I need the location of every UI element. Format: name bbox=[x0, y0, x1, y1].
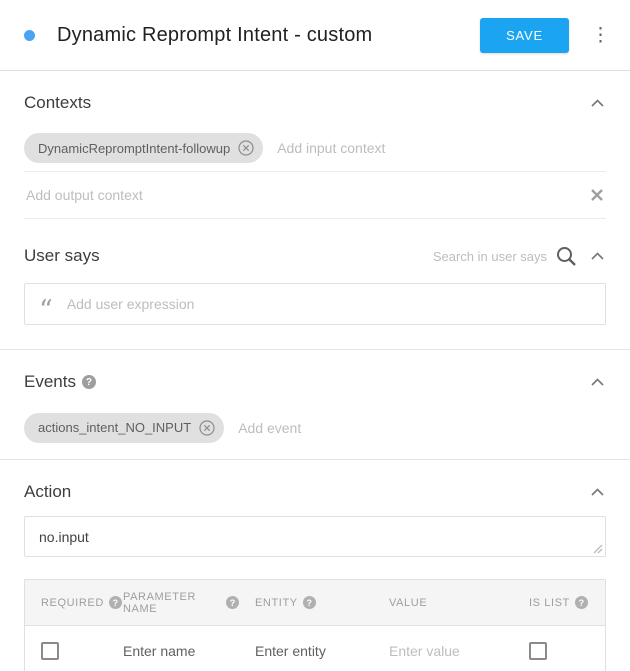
events-title: Events bbox=[24, 372, 76, 392]
required-checkbox[interactable] bbox=[41, 642, 59, 660]
more-options-icon[interactable]: ⋮ bbox=[585, 22, 616, 49]
contexts-section-head: Contexts bbox=[24, 71, 606, 125]
contexts-collapse-icon[interactable] bbox=[589, 97, 606, 109]
events-row: actions_intent_NO_INPUT bbox=[24, 404, 606, 451]
remove-event-icon[interactable] bbox=[199, 420, 215, 436]
entity-help-icon[interactable]: ? bbox=[303, 596, 316, 609]
events-help-icon[interactable]: ? bbox=[82, 375, 96, 389]
value-input[interactable] bbox=[389, 643, 503, 659]
user-expression-box: “ bbox=[24, 283, 606, 325]
is-list-cell bbox=[503, 626, 605, 671]
add-user-expression-input[interactable] bbox=[67, 296, 591, 312]
user-says-collapse-icon[interactable] bbox=[589, 250, 606, 262]
resize-handle[interactable] bbox=[593, 544, 603, 554]
is-list-checkbox[interactable] bbox=[529, 642, 547, 660]
user-says-section: User says “ bbox=[0, 219, 630, 350]
contexts-title: Contexts bbox=[24, 93, 91, 113]
input-context-chip-label: DynamicRepromptIntent-followup bbox=[38, 141, 230, 156]
output-contexts-row bbox=[24, 172, 606, 219]
event-chip: actions_intent_NO_INPUT bbox=[24, 413, 224, 443]
is-list-help-icon[interactable]: ? bbox=[575, 596, 588, 609]
value-cell bbox=[373, 626, 503, 671]
header-entity: ENTITY ? bbox=[239, 580, 373, 625]
header-parameter-name: PARAMETER NAME ? bbox=[107, 580, 239, 625]
remove-input-context-icon[interactable] bbox=[238, 140, 254, 156]
user-says-search bbox=[399, 245, 606, 267]
search-icon[interactable] bbox=[555, 245, 577, 267]
entity-cell bbox=[239, 626, 373, 671]
input-contexts-row: DynamicRepromptIntent-followup bbox=[24, 125, 606, 172]
parameters-table: REQUIRED ? PARAMETER NAME ? ENTITY ? VAL… bbox=[24, 579, 606, 671]
save-button[interactable]: SAVE bbox=[480, 18, 569, 53]
parameter-row bbox=[25, 626, 605, 671]
add-input-context-input[interactable] bbox=[277, 140, 606, 156]
required-cell bbox=[25, 626, 107, 671]
action-input-box bbox=[24, 516, 606, 557]
parameter-name-help-icon[interactable]: ? bbox=[226, 596, 239, 609]
action-section: Action REQUIRED ? PARAMETER NAME ? bbox=[0, 460, 630, 671]
add-output-context-input[interactable] bbox=[26, 187, 588, 203]
search-in-user-says-input[interactable] bbox=[399, 249, 547, 264]
entity-input[interactable] bbox=[255, 643, 373, 659]
parameters-header-row: REQUIRED ? PARAMETER NAME ? ENTITY ? VAL… bbox=[25, 580, 605, 626]
intent-status-dot bbox=[24, 30, 35, 41]
user-says-section-head: User says bbox=[24, 219, 606, 279]
contexts-section: Contexts DynamicRepromptIntent-followup bbox=[0, 71, 630, 219]
action-input[interactable] bbox=[39, 529, 591, 545]
parameter-name-input[interactable] bbox=[123, 643, 239, 659]
action-title: Action bbox=[24, 482, 71, 502]
action-section-head: Action bbox=[24, 460, 606, 514]
clear-contexts-icon[interactable] bbox=[588, 186, 606, 204]
header-is-list: IS LIST ? bbox=[503, 580, 605, 625]
add-event-input[interactable] bbox=[238, 420, 606, 436]
action-collapse-icon[interactable] bbox=[589, 486, 606, 498]
header-required: REQUIRED ? bbox=[25, 580, 107, 625]
events-collapse-icon[interactable] bbox=[589, 376, 606, 388]
user-says-title: User says bbox=[24, 246, 100, 266]
events-section-head: Events ? bbox=[24, 350, 606, 404]
input-context-chip: DynamicRepromptIntent-followup bbox=[24, 133, 263, 163]
events-section: Events ? actions_intent_NO_INPUT bbox=[0, 350, 630, 460]
event-chip-label: actions_intent_NO_INPUT bbox=[38, 420, 191, 435]
page-title: Dynamic Reprompt Intent - custom bbox=[57, 24, 372, 47]
parameter-name-cell bbox=[107, 626, 239, 671]
quote-icon: “ bbox=[39, 306, 53, 316]
header-value: VALUE bbox=[373, 580, 503, 625]
intent-header: Dynamic Reprompt Intent - custom SAVE ⋮ bbox=[0, 0, 630, 71]
intent-editor-page: Dynamic Reprompt Intent - custom SAVE ⋮ … bbox=[0, 0, 630, 671]
